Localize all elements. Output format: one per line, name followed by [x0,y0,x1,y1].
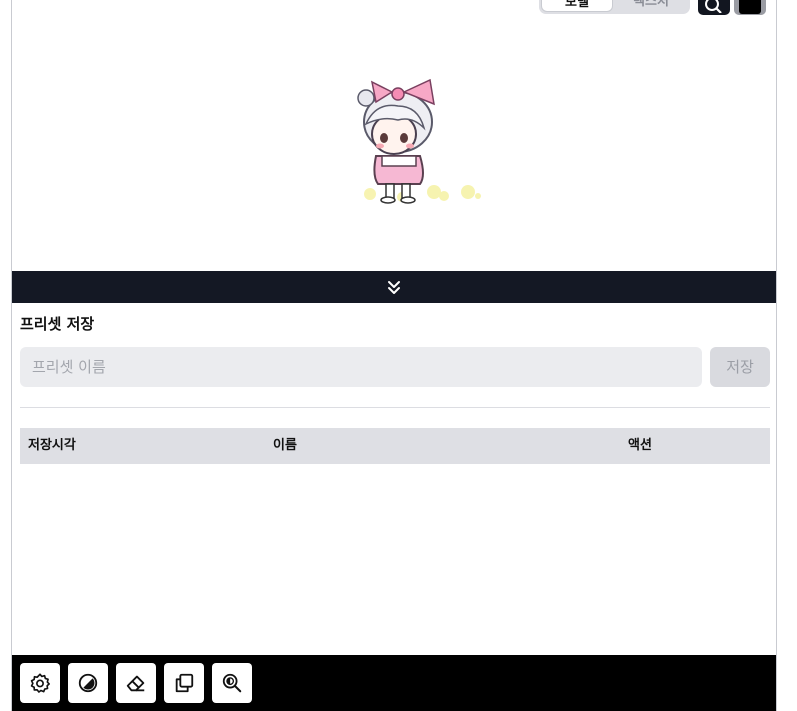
app-frame: 모델 텍스처 프리셋 저장 프리셋 이름 저장 저장시각 이름 액션 [11,0,777,711]
collapse-toggle[interactable] [12,271,776,303]
color-swatch [739,0,761,14]
zoom-button[interactable] [698,0,730,15]
copy-icon [175,673,194,693]
column-name: 이름 [273,438,297,453]
background-color-button[interactable] [734,0,766,15]
character-sprite [357,78,481,204]
settings-icon [30,673,50,693]
preset-section-title: 프리셋 저장 [20,315,95,333]
settings-button[interactable] [20,663,60,703]
double-chevron-down-icon [388,281,400,294]
copy-button[interactable] [164,663,204,703]
divider [20,407,770,408]
tab-model[interactable]: 모델 [541,0,613,12]
tab-texture[interactable]: 텍스처 [615,0,687,12]
character-viewer: 모델 텍스처 [12,0,776,271]
zoom-icon [705,0,722,13]
contrast-icon [78,673,98,693]
zoom-toggle-button[interactable] [212,663,252,703]
column-action: 액션 [628,438,652,453]
eraser-button[interactable] [116,663,156,703]
save-preset-button[interactable]: 저장 [710,347,770,387]
view-mode-toggle: 모델 텍스처 [539,0,690,14]
contrast-button[interactable] [68,663,108,703]
bottom-toolbar [12,655,776,711]
eraser-icon [126,675,145,692]
preset-name-input[interactable] [20,347,702,387]
zoom-icon [222,673,242,693]
column-saved-time: 저장시각 [28,438,76,453]
preset-table-header: 저장시각 이름 액션 [20,428,770,464]
